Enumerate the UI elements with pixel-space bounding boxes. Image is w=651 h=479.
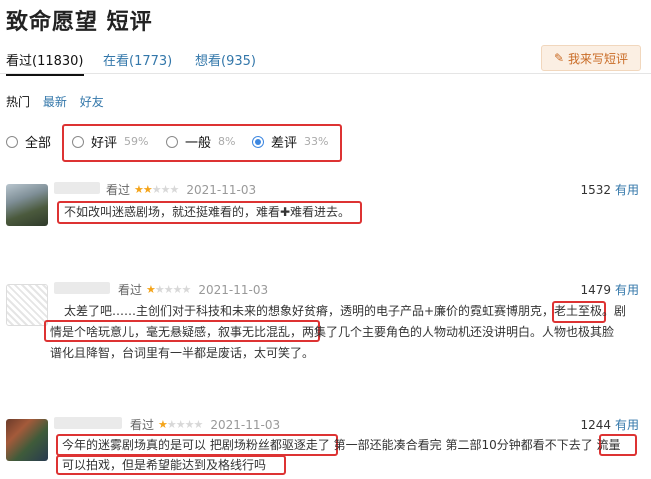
radio-icon — [6, 135, 18, 148]
avatar[interactable] — [6, 284, 48, 326]
username-blurred — [54, 282, 110, 294]
write-review-button[interactable]: ✎ 我来写短评 — [541, 45, 641, 71]
radio-icon — [72, 135, 84, 148]
star-rating: ★ ★ ★ ★ ★ — [158, 418, 204, 431]
vote-count: 1244 有用 — [580, 416, 639, 433]
radio-icon — [166, 135, 178, 148]
watch-status: 看过 — [118, 283, 143, 297]
tab-watching[interactable]: 在看(1773) — [103, 50, 172, 69]
review-date: 2021-11-03 — [198, 282, 269, 297]
review-meta: 看过 ★ ★ ★ ★ ★ 2021-11-03 — [118, 281, 268, 298]
star-filled-icon: ★ — [146, 283, 156, 296]
review-line: 太差了吧……主创们对于科技和未来的想象好贫瘠，透明的电子产品+廉价的霓虹赛博朋克… — [64, 304, 627, 318]
filter-bad[interactable]: 差评 33% — [252, 132, 328, 151]
useful-button[interactable]: 有用 — [615, 283, 639, 297]
star-filled-icon: ★ — [134, 183, 144, 196]
star-rating: ★ ★ ★ ★ ★ — [134, 183, 180, 196]
review-meta: 看过 ★ ★ ★ ★ ★ 2021-11-03 — [106, 181, 256, 198]
useful-button[interactable]: 有用 — [615, 183, 639, 197]
username-blurred — [54, 417, 122, 429]
vote-number: 1532 — [580, 183, 611, 197]
page-title: 致命愿望 短评 — [6, 10, 153, 35]
filter-all-label: 全部 — [25, 136, 52, 151]
status-tabs: 看过(11830) 在看(1773) 想看(935) ✎ 我来写短评 — [0, 44, 651, 76]
star-empty-icon: ★ — [193, 418, 204, 431]
vote-number: 1479 — [580, 283, 611, 297]
star-empty-icon: ★ — [169, 183, 180, 196]
filter-good-percent: 59% — [124, 135, 149, 148]
vote-count: 1532 有用 — [580, 181, 639, 198]
star-rating: ★ ★ ★ ★ ★ — [146, 283, 192, 296]
watch-status: 看过 — [106, 183, 131, 197]
star-filled-icon: ★ — [158, 418, 168, 431]
star-empty-icon: ★ — [154, 283, 165, 296]
filter-ok[interactable]: 一般 8% — [166, 132, 235, 151]
sort-friends[interactable]: 好友 — [80, 95, 104, 109]
review-line: 今年的迷雾剧场真的是可以 把剧场粉丝都驱逐走了 第一部还能凑合看完 第二部10分… — [62, 438, 621, 452]
filter-ok-percent: 8% — [218, 135, 236, 148]
useful-button[interactable]: 有用 — [615, 418, 639, 432]
star-empty-icon: ★ — [181, 283, 192, 296]
review-date: 2021-11-03 — [186, 182, 257, 197]
pencil-icon: ✎ — [553, 51, 565, 65]
star-empty-icon: ★ — [172, 283, 183, 296]
filter-all[interactable]: 全部 — [6, 132, 51, 151]
star-empty-icon: ★ — [184, 418, 195, 431]
star-empty-icon: ★ — [163, 283, 174, 296]
filter-good[interactable]: 好评 59% — [72, 132, 148, 151]
star-empty-icon: ★ — [160, 183, 171, 196]
star-filled-icon: ★ — [142, 183, 153, 196]
sort-hot[interactable]: 热门 — [6, 95, 30, 109]
write-review-label: 我来写短评 — [568, 51, 629, 66]
vote-number: 1244 — [580, 418, 611, 432]
review-date: 2021-11-03 — [210, 417, 281, 432]
avatar[interactable] — [6, 419, 48, 461]
avatar[interactable] — [6, 184, 48, 226]
filter-ok-label: 一般 — [185, 136, 212, 151]
sort-tabs: 热门 最新 好友 — [6, 93, 113, 110]
star-empty-icon: ★ — [175, 418, 186, 431]
sort-latest[interactable]: 最新 — [43, 95, 67, 109]
review-line: 情是个啥玩意儿，毫无悬疑感，叙事无比混乱，两集了几个主要角色的人物动机还没讲明白… — [50, 325, 615, 339]
tab-watched[interactable]: 看过(11830) — [6, 50, 84, 76]
tab-want[interactable]: 想看(935) — [195, 50, 256, 69]
review-meta: 看过 ★ ★ ★ ★ ★ 2021-11-03 — [130, 416, 280, 433]
filter-good-label: 好评 — [91, 136, 118, 151]
star-empty-icon: ★ — [151, 183, 162, 196]
filter-bad-label: 差评 — [271, 136, 298, 151]
vote-count: 1479 有用 — [580, 281, 639, 298]
review-line: 可以拍戏，但是希望能达到及格线行吗 — [62, 458, 267, 472]
username-blurred — [54, 182, 100, 194]
watch-status: 看过 — [130, 418, 155, 432]
star-empty-icon: ★ — [166, 418, 177, 431]
filter-bad-percent: 33% — [304, 135, 329, 148]
review-line: 谱化且降智，台词里有一半都是废话，太可笑了。 — [50, 346, 315, 360]
review-line: 不如改叫迷惑剧场，就还挺难看的，难看✚难看进去。 — [64, 205, 351, 219]
radio-checked-icon — [252, 135, 264, 148]
